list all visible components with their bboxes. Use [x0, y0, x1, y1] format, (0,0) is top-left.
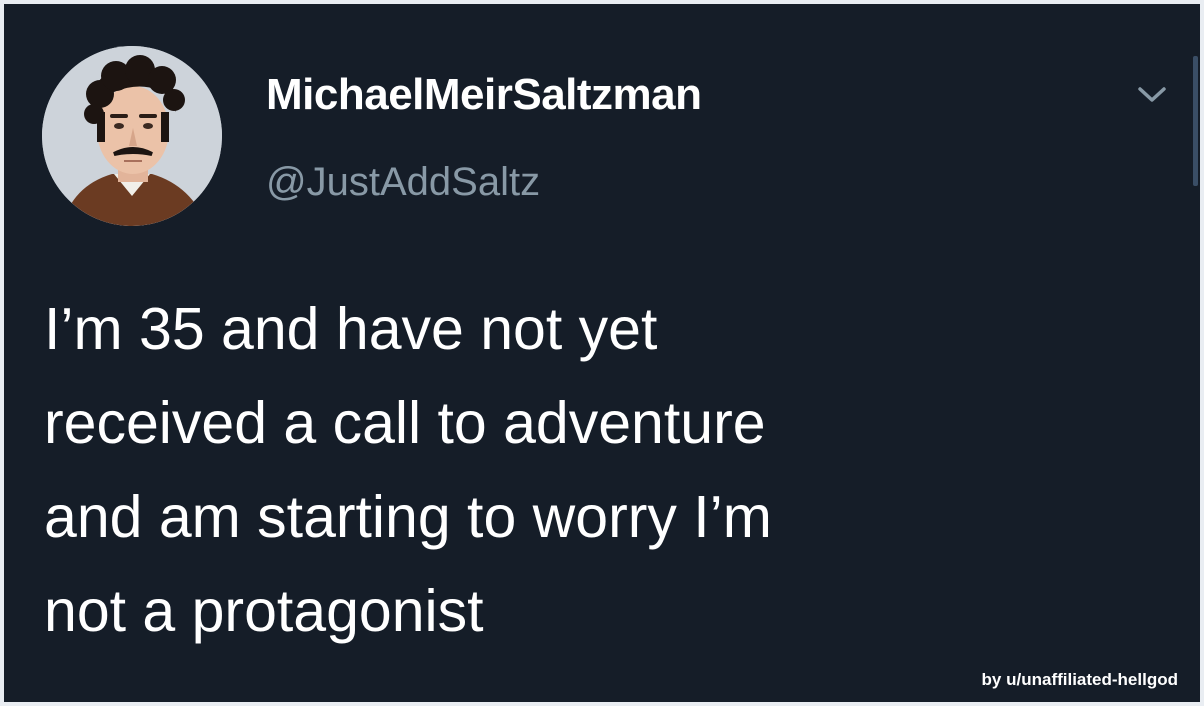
- tweet-text-line: I’m 35 and have not yet: [44, 296, 658, 362]
- tweet-text-line: and am starting to worry I’m: [44, 484, 772, 550]
- avatar-portrait: [42, 46, 222, 226]
- tweet-text-line: not a protagonist: [44, 578, 484, 644]
- tweet-text: I’m 35 and have not yet received a call …: [44, 282, 1154, 658]
- display-name[interactable]: MichaelMeirSaltzman: [266, 70, 702, 120]
- scrollbar[interactable]: [1193, 56, 1198, 186]
- watermark-credit: by u/unaffiliated-hellgod: [981, 670, 1178, 689]
- tweet-card: MichaelMeirSaltzman @JustAddSaltz I’m 35…: [4, 4, 1200, 702]
- tweet-text-line: received a call to adventure: [44, 390, 766, 456]
- avatar[interactable]: [42, 46, 222, 226]
- user-handle[interactable]: @JustAddSaltz: [266, 160, 540, 205]
- chevron-down-icon[interactable]: [1130, 80, 1174, 110]
